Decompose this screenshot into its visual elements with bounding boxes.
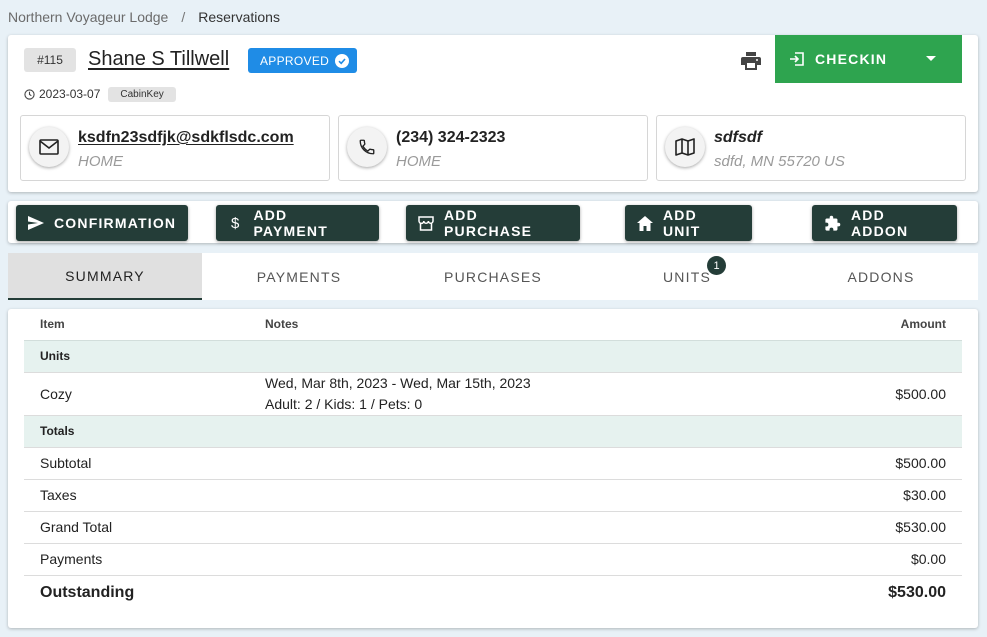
tab-bar: SUMMARY PAYMENTS PURCHASES UNITS ADDONS … — [8, 253, 978, 300]
table-row: Taxes $30.00 — [24, 479, 962, 512]
tab-units[interactable]: UNITS — [590, 253, 784, 300]
add-purchase-label: ADD PURCHASE — [444, 207, 533, 239]
chevron-down-icon[interactable] — [926, 56, 936, 61]
confirmation-button[interactable]: CONFIRMATION — [16, 205, 188, 241]
phone-number: (234) 324-2323 — [396, 129, 506, 146]
summary-table: Item Notes Amount Units Cozy Wed, Mar 8t… — [24, 309, 962, 610]
tab-purchases[interactable]: PURCHASES — [396, 253, 590, 300]
unit-notes: Wed, Mar 8th, 2023 - Wed, Mar 15th, 2023… — [249, 372, 762, 416]
add-addon-button[interactable]: ADD ADDON — [812, 205, 957, 241]
send-icon — [28, 216, 44, 230]
taxes-label: Taxes — [24, 479, 249, 512]
reservation-header: #115 Shane S Tillwell APPROVED 2023-03-0… — [8, 35, 978, 192]
table-row: Payments $0.00 — [24, 543, 962, 576]
column-header-notes: Notes — [265, 317, 299, 332]
phone-type: HOME — [396, 153, 441, 170]
grand-total-label: Grand Total — [24, 511, 249, 544]
group-label: Totals — [24, 414, 962, 448]
payments-label: Payments — [24, 543, 249, 576]
breadcrumb: Northern Voyageur Lodge / Reservations — [8, 8, 280, 26]
phone-card: (234) 324-2323 HOME — [338, 115, 648, 181]
subtotal-label: Subtotal — [24, 447, 249, 480]
add-unit-button[interactable]: ADD UNIT — [625, 205, 752, 241]
units-count-badge: 1 — [707, 256, 726, 275]
checkin-label: CHECKIN — [815, 51, 888, 67]
outstanding-row: Outstanding $530.00 — [24, 575, 962, 610]
breadcrumb-current: Reservations — [198, 9, 280, 25]
grand-total-amount: $530.00 — [762, 511, 962, 544]
unit-name: Cozy — [24, 372, 249, 416]
unit-guests: Adult: 2 / Kids: 1 / Pets: 0 — [265, 395, 423, 412]
table-header-row: Item Notes Amount — [24, 309, 962, 340]
group-label: Units — [24, 339, 962, 373]
add-purchase-button[interactable]: ADD PURCHASE — [406, 205, 580, 241]
email-type: HOME — [78, 153, 123, 170]
tab-summary[interactable]: SUMMARY — [8, 253, 202, 300]
outstanding-label: Outstanding — [40, 583, 135, 601]
action-bar: CONFIRMATION $ ADD PAYMENT ADD PURCHASE … — [8, 201, 978, 243]
guest-name-link[interactable]: Shane S Tillwell — [88, 48, 229, 71]
email-card: ksdfn23sdfjk@sdkflsdc.com HOME — [20, 115, 330, 181]
column-header-item: Item — [40, 317, 65, 332]
reservation-date: 2023-03-07 — [39, 87, 101, 101]
add-addon-label: ADD ADDON — [851, 207, 909, 239]
print-icon[interactable] — [739, 49, 763, 73]
address-detail: sdfd, MN 55720 US — [714, 153, 845, 170]
payments-amount: $0.00 — [762, 543, 962, 576]
status-badge: APPROVED — [248, 48, 358, 73]
add-payment-label: ADD PAYMENT — [253, 207, 328, 239]
taxes-amount: $30.00 — [762, 479, 962, 512]
source-tag: CabinKey — [108, 86, 176, 102]
reservation-date-row: 2023-03-07 CabinKey — [24, 86, 176, 102]
subtotal-amount: $500.00 — [762, 447, 962, 480]
breadcrumb-separator: / — [181, 9, 186, 25]
dollar-icon: $ — [230, 214, 241, 232]
tab-addons[interactable]: ADDONS — [784, 253, 978, 300]
outstanding-amount: $530.00 — [888, 583, 946, 601]
breadcrumb-root[interactable]: Northern Voyageur Lodge — [8, 9, 168, 25]
table-row: Subtotal $500.00 — [24, 447, 962, 480]
table-row: Cozy Wed, Mar 8th, 2023 - Wed, Mar 15th,… — [24, 372, 962, 416]
summary-panel: Item Notes Amount Units Cozy Wed, Mar 8t… — [8, 309, 978, 628]
map-icon — [665, 127, 705, 167]
add-payment-button[interactable]: $ ADD PAYMENT — [216, 205, 379, 241]
clock-icon — [24, 88, 35, 100]
add-unit-label: ADD UNIT — [663, 207, 701, 239]
phone-icon — [347, 127, 387, 167]
status-label: APPROVED — [260, 53, 330, 68]
address-card: sdfsdf sdfd, MN 55720 US — [656, 115, 966, 181]
column-header-amount: Amount — [900, 317, 946, 332]
address-line: sdfsdf — [714, 129, 762, 146]
table-row: Grand Total $530.00 — [24, 511, 962, 544]
email-icon — [29, 127, 69, 167]
unit-amount: $500.00 — [762, 372, 962, 416]
check-circle-icon — [335, 53, 350, 68]
tab-payments[interactable]: PAYMENTS — [202, 253, 396, 300]
home-icon — [637, 215, 653, 231]
group-row-totals: Totals — [24, 414, 962, 448]
reservation-id: #115 — [24, 48, 76, 72]
email-link[interactable]: ksdfn23sdfjk@sdkflsdc.com — [78, 129, 294, 147]
login-icon — [789, 51, 805, 67]
puzzle-icon — [824, 215, 841, 232]
group-row-units: Units — [24, 339, 962, 373]
confirmation-label: CONFIRMATION — [54, 215, 177, 231]
checkin-button[interactable]: CHECKIN — [775, 35, 962, 83]
store-icon — [418, 215, 434, 231]
unit-dates: Wed, Mar 8th, 2023 - Wed, Mar 15th, 2023 — [265, 374, 531, 391]
